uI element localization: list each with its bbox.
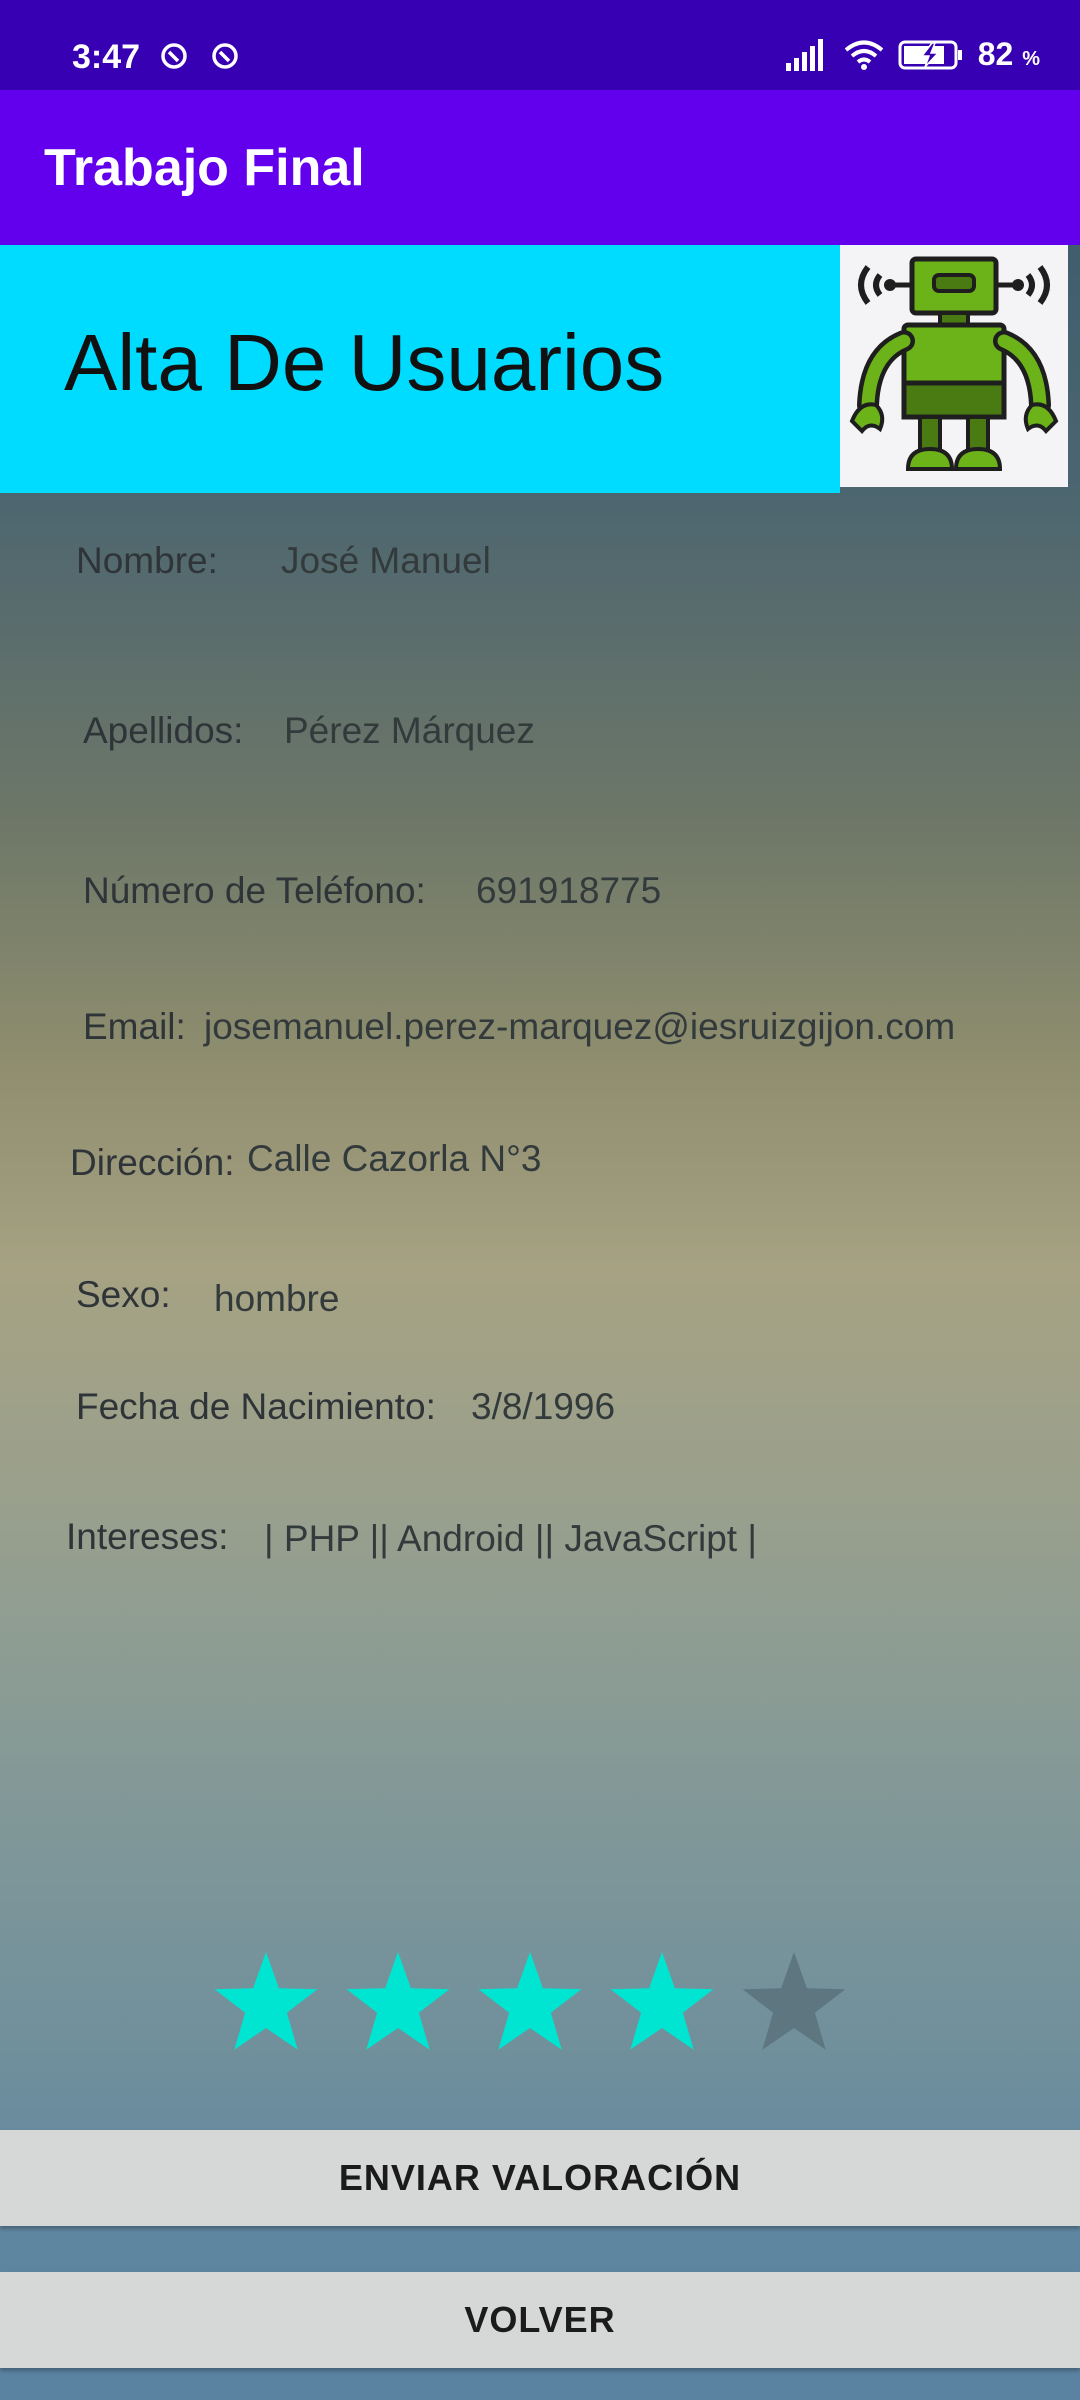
apellidos-label: Apellidos: <box>83 710 244 751</box>
status-bar: 3:47 82 % <box>0 0 1080 90</box>
apellidos-value: Pérez Márquez <box>284 710 535 751</box>
star-empty-icon[interactable] <box>740 1950 848 2058</box>
send-rating-button[interactable]: ENVIAR VALORACIÓN <box>0 2130 1080 2226</box>
direccion-value: Calle Cazorla N°3 <box>247 1138 542 1179</box>
app-notification-icon <box>212 43 238 69</box>
app-notification-icon <box>161 43 187 69</box>
back-button[interactable]: VOLVER <box>0 2272 1080 2368</box>
nombre-label: Nombre: <box>76 540 218 581</box>
robot-icon <box>849 256 1059 471</box>
email-value: josemanuel.perez-marquez@iesruizgijon.co… <box>204 1006 956 1047</box>
app-bar: Trabajo Final <box>0 90 1080 245</box>
signal-icon <box>785 38 823 71</box>
nacimiento-label: Fecha de Nacimiento: <box>76 1386 436 1427</box>
page-title: Alta De Usuarios <box>64 318 665 407</box>
battery-level: 82 % <box>977 36 1040 72</box>
sexo-label: Sexo: <box>76 1274 171 1315</box>
intereses-value: | PHP || Android || JavaScript | <box>264 1518 757 1559</box>
header-banner: Alta De Usuarios <box>0 245 840 493</box>
email-label: Email: <box>83 1006 186 1047</box>
sexo-value: hombre <box>214 1278 340 1319</box>
status-time: 3:47 <box>72 38 141 76</box>
direccion-label: Dirección: <box>70 1142 235 1183</box>
telefono-value: 691918775 <box>476 870 662 911</box>
battery-charging-icon <box>898 40 962 69</box>
intereses-label: Intereses: <box>66 1516 229 1557</box>
star-filled-icon[interactable] <box>608 1950 716 2058</box>
nombre-value: José Manuel <box>281 540 491 581</box>
telefono-label: Número de Teléfono: <box>83 870 426 911</box>
nacimiento-value: 3/8/1996 <box>471 1386 616 1427</box>
rating-bar[interactable] <box>212 1950 848 2058</box>
star-filled-icon[interactable] <box>344 1950 452 2058</box>
robot-image <box>840 245 1068 487</box>
wifi-icon <box>844 40 883 70</box>
app-title: Trabajo Final <box>44 139 365 197</box>
star-filled-icon[interactable] <box>476 1950 584 2058</box>
star-filled-icon[interactable] <box>212 1950 320 2058</box>
status-indicators: 82 % <box>785 36 1040 73</box>
